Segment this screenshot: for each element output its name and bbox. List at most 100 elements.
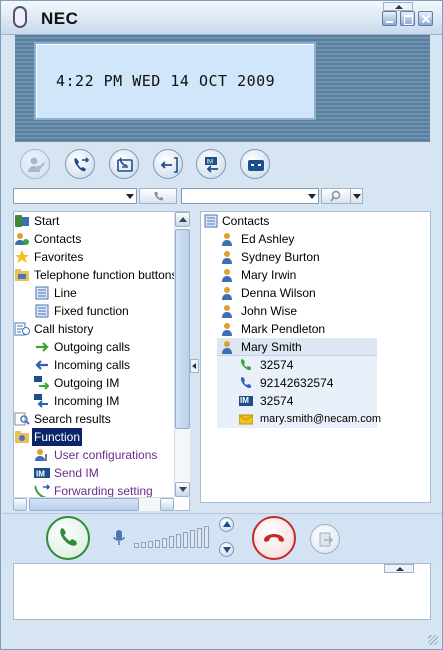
app-logo-icon (13, 6, 27, 28)
lcd-day: 14 (170, 72, 190, 90)
volume-bar (197, 528, 202, 548)
volume-bar (204, 526, 209, 548)
scroll-down-button[interactable] (175, 482, 190, 497)
title-bar[interactable]: NEC (1, 1, 442, 35)
list-icon (35, 286, 49, 300)
incoming-im-icon (34, 394, 48, 408)
im-transfer-icon: IM (205, 157, 218, 173)
volume-bar (155, 540, 160, 548)
call-back-icon (160, 157, 178, 173)
search-selector-combo[interactable] (181, 188, 319, 204)
im-badge: IM (240, 396, 249, 405)
call-forward-icon (74, 157, 90, 172)
outgoing-arrow-icon (36, 342, 49, 352)
call-back-button[interactable] (153, 149, 183, 179)
person-icon (222, 251, 232, 264)
lcd-month: OCT (198, 72, 228, 90)
function-icon (15, 431, 29, 443)
resize-grip[interactable] (428, 635, 438, 645)
volume-bar (176, 534, 181, 548)
volume-bar (148, 541, 153, 548)
volume-bar (190, 530, 195, 548)
answer-call-button[interactable] (46, 516, 90, 560)
forward-icon (34, 484, 50, 498)
tree-vertical-scrollbar[interactable] (174, 212, 190, 497)
message-collapse-button[interactable] (384, 564, 414, 573)
lcd-datetime: 4:22 PM WED 14 OCT 2009 (56, 72, 275, 90)
left-selector-combo[interactable] (13, 188, 137, 204)
user-config-icon (35, 449, 47, 461)
star-icon (15, 250, 29, 263)
voicemail-icon (248, 160, 264, 171)
message-area[interactable] (13, 563, 431, 620)
lcd-year: 2009 (237, 72, 276, 90)
lcd-time: 4:22 PM (56, 72, 123, 90)
search-icon (14, 412, 30, 426)
start-icon (15, 215, 29, 227)
svg-text:IM: IM (36, 470, 45, 479)
history-icon (14, 322, 30, 336)
scroll-thumb[interactable] (175, 229, 190, 429)
email-icon (239, 414, 253, 425)
phone-book-button[interactable] (109, 149, 139, 179)
check-user-icon (28, 157, 45, 172)
scroll-left-button[interactable] (13, 498, 27, 511)
volume-bar (134, 543, 139, 548)
call-forward-button[interactable] (65, 149, 95, 179)
person-icon (222, 269, 232, 282)
lcd-screen: 4:22 PM WED 14 OCT 2009 (34, 42, 316, 120)
list-icon (35, 304, 49, 318)
person-icon (222, 323, 232, 336)
search-button[interactable] (321, 188, 351, 204)
address-book-icon (204, 214, 218, 228)
volume-down-button[interactable] (219, 542, 234, 557)
volume-meter[interactable] (134, 526, 212, 548)
chevron-down-icon[interactable] (308, 194, 316, 199)
scroll-right-button[interactable] (160, 498, 174, 511)
contacts-icon (15, 233, 29, 245)
person-icon (222, 287, 232, 300)
tree-horizontal-scrollbar[interactable] (13, 497, 174, 511)
svg-text:IM: IM (207, 160, 214, 166)
transfer-icon (319, 532, 334, 547)
display-panel: 4:22 PM WED 14 OCT 2009 (15, 35, 430, 142)
im-transfer-button[interactable]: IM (196, 149, 226, 179)
im-icon: IM (34, 468, 50, 479)
close-button[interactable] (418, 11, 433, 26)
display-collapse-button[interactable] (383, 2, 413, 11)
scroll-up-button[interactable] (175, 212, 190, 227)
mobile-phone-icon (240, 377, 251, 389)
app-brand: NEC (41, 9, 79, 28)
phone-book-icon (117, 157, 133, 172)
incoming-arrow-icon (35, 360, 48, 370)
volume-up-button[interactable] (219, 517, 234, 532)
volume-bar (169, 536, 174, 548)
voicemail-button[interactable] (240, 149, 270, 179)
scroll-thumb[interactable] (29, 498, 139, 511)
minimize-button[interactable] (382, 11, 397, 26)
lcd-weekday: WED (132, 72, 161, 90)
maximize-button[interactable] (400, 11, 415, 26)
chevron-down-icon (353, 194, 361, 199)
volume-bar (162, 538, 167, 548)
search-icon (330, 190, 341, 202)
transfer-button[interactable] (310, 524, 340, 554)
person-icon (222, 305, 232, 318)
person-icon (222, 233, 232, 246)
dial-button[interactable] (139, 188, 177, 204)
check-user-button[interactable] (20, 149, 50, 179)
navigation-tree[interactable]: Start Contacts Favorites Telephone funct… (13, 211, 190, 511)
collapse-tree-button[interactable] (190, 359, 199, 373)
chevron-down-icon[interactable] (126, 194, 134, 199)
phone-answer-icon (60, 528, 77, 546)
phone-icon (240, 359, 251, 371)
phone-folder-icon (15, 269, 29, 281)
search-dropdown-button[interactable] (350, 188, 363, 204)
hang-up-button[interactable] (252, 516, 296, 560)
volume-bar (141, 542, 146, 548)
person-icon (222, 341, 232, 354)
phone-hangup-icon (264, 534, 284, 542)
outgoing-im-icon (34, 376, 50, 390)
microphone-icon[interactable] (111, 529, 127, 547)
softphone-window: NEC 4:22 PM WED 14 OCT 2009 IM Start Con… (0, 0, 443, 650)
